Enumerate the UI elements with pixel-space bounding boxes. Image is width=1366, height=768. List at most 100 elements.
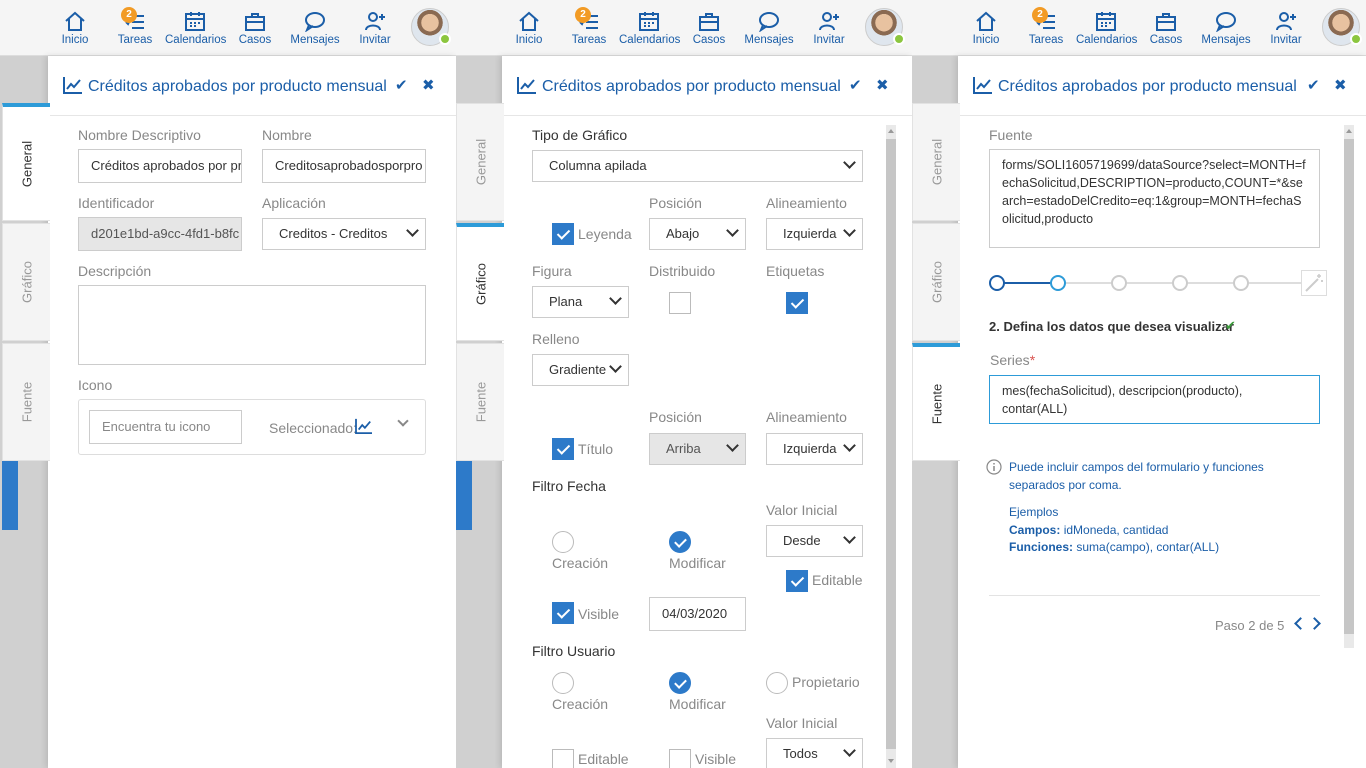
confirm-check-icon[interactable]: ✔	[395, 76, 408, 94]
leyenda-alineamiento-select[interactable]: Izquierda	[766, 218, 863, 250]
nombre-descriptivo-input[interactable]: Créditos aprobados por pr	[78, 149, 242, 183]
icon-search-input[interactable]: Encuentra tu icono	[89, 410, 242, 444]
figura-select[interactable]: Plana	[532, 286, 629, 318]
tareas-badge: 2	[121, 7, 137, 23]
tab-grafico[interactable]: Gráfico	[456, 223, 504, 341]
usuario-valor-inicial-value: Todos	[783, 746, 818, 761]
aplicacion-select[interactable]: Creditos - Creditos	[262, 218, 426, 250]
nav-casos-label: Casos	[238, 34, 272, 46]
tab-fuente[interactable]: Fuente	[912, 343, 960, 461]
tab-grafico[interactable]: Gráfico	[912, 223, 960, 341]
fecha-input[interactable]: 04/03/2020	[649, 597, 746, 631]
nav-mensajes[interactable]: Mensajes	[1196, 10, 1256, 46]
figura-value: Plana	[549, 294, 583, 309]
series-label-text: Series	[990, 352, 1030, 368]
titulo-alineamiento-select[interactable]: Izquierda	[766, 433, 863, 465]
usuario-valor-inicial-select[interactable]: Todos	[766, 738, 863, 768]
close-icon[interactable]: ✖	[422, 76, 435, 94]
usuario-visible-checkbox[interactable]	[669, 749, 691, 768]
vertical-scrollbar[interactable]	[886, 125, 896, 768]
nav-tareas[interactable]: 2 Tareas	[105, 7, 165, 46]
titulo-posicion-value: Arriba	[666, 441, 701, 456]
usuario-propietario-radio[interactable]	[766, 672, 788, 694]
step-4[interactable]	[1172, 275, 1188, 291]
icon-dropdown-chevron-icon[interactable]	[397, 415, 409, 427]
nav-calendarios[interactable]: Calendarios	[165, 10, 226, 46]
etiquetas-checkbox[interactable]	[786, 292, 808, 314]
nav-tareas[interactable]: 2 Tareas	[1016, 7, 1076, 46]
config-panel-fuente: Créditos aprobados por producto mensual …	[958, 56, 1366, 768]
nav-tareas[interactable]: 2 Tareas	[559, 7, 619, 46]
nav-inicio[interactable]: Inicio	[499, 10, 559, 46]
tab-general[interactable]: General	[2, 103, 50, 221]
briefcase-icon	[1156, 13, 1176, 31]
tab-grafico-label: Gráfico	[19, 261, 34, 303]
funciones-value: suma(campo), contar(ALL)	[1076, 540, 1220, 554]
scroll-up-arrow-icon[interactable]	[888, 129, 894, 133]
fecha-modificar-radio[interactable]	[669, 531, 691, 553]
descripcion-textarea[interactable]	[78, 285, 426, 365]
nav-casos[interactable]: Casos	[1136, 10, 1196, 46]
background-bar	[456, 460, 472, 530]
user-avatar[interactable]	[1322, 8, 1362, 46]
confirm-check-icon[interactable]: ✔	[1307, 76, 1320, 94]
online-status-indicator	[893, 33, 905, 45]
magic-wand-icon	[1305, 274, 1323, 292]
nav-mensajes[interactable]: Mensajes	[739, 10, 799, 46]
nav-inicio[interactable]: Inicio	[45, 10, 105, 46]
step-1[interactable]	[989, 275, 1005, 291]
scrollbar-thumb[interactable]	[1344, 139, 1354, 634]
tab-general[interactable]: General	[456, 103, 504, 221]
leyenda-posicion-select[interactable]: Abajo	[649, 218, 746, 250]
nav-invitar[interactable]: Invitar	[1256, 10, 1316, 46]
usuario-editable-label: Editable	[578, 751, 629, 767]
nav-mensajes[interactable]: Mensajes	[285, 10, 345, 46]
tipo-grafico-select[interactable]: Columna apilada	[532, 150, 863, 182]
nav-invitar[interactable]: Invitar	[345, 10, 405, 46]
magic-wand-button[interactable]	[1301, 270, 1327, 296]
message-icon	[305, 12, 325, 32]
tab-fuente[interactable]: Fuente	[456, 343, 504, 461]
user-avatar[interactable]	[411, 8, 451, 46]
nav-invitar[interactable]: Invitar	[799, 10, 859, 46]
scrollbar-thumb[interactable]	[886, 139, 896, 749]
nav-calendarios[interactable]: Calendarios	[1076, 10, 1137, 46]
leyenda-checkbox[interactable]	[552, 223, 574, 245]
scroll-down-arrow-icon[interactable]	[888, 759, 894, 763]
step-3[interactable]	[1111, 275, 1127, 291]
fecha-visible-checkbox[interactable]	[552, 602, 574, 624]
fuente-textarea[interactable]: forms/SOLI1605719699/dataSource?select=M…	[989, 149, 1320, 248]
step-2[interactable]	[1050, 275, 1066, 291]
distribuido-checkbox[interactable]	[669, 292, 691, 314]
tab-general-label: General	[929, 138, 944, 186]
step-5[interactable]	[1233, 275, 1249, 291]
scroll-up-arrow-icon[interactable]	[1346, 129, 1352, 133]
tab-general[interactable]: General	[912, 103, 960, 221]
fecha-creacion-radio[interactable]	[552, 531, 574, 553]
nav-inicio-label: Inicio	[515, 34, 543, 46]
relleno-select[interactable]: Gradiente	[532, 354, 629, 386]
nav-calendarios[interactable]: Calendarios	[619, 10, 680, 46]
nav-casos[interactable]: Casos	[225, 10, 285, 46]
usuario-creacion-radio[interactable]	[552, 672, 574, 694]
fecha-editable-checkbox[interactable]	[786, 570, 808, 592]
nav-casos[interactable]: Casos	[679, 10, 739, 46]
chevron-down-icon	[726, 439, 739, 452]
next-step-icon[interactable]	[1308, 617, 1321, 630]
nombre-input[interactable]: Creditosaprobadosporpro	[262, 149, 426, 183]
usuario-modificar-radio[interactable]	[669, 672, 691, 694]
previous-step-icon[interactable]	[1294, 617, 1307, 630]
tab-fuente[interactable]: Fuente	[2, 343, 50, 461]
titulo-checkbox[interactable]	[552, 438, 574, 460]
tab-grafico[interactable]: Gráfico	[2, 223, 50, 341]
close-icon[interactable]: ✖	[1334, 76, 1347, 94]
close-icon[interactable]: ✖	[876, 76, 889, 94]
fecha-valor-inicial-select[interactable]: Desde	[766, 525, 863, 557]
leyenda-alineamiento-label: Alineamiento	[766, 195, 847, 211]
vertical-scrollbar[interactable]	[1344, 125, 1354, 648]
confirm-check-icon[interactable]: ✔	[849, 76, 862, 94]
user-avatar[interactable]	[865, 8, 905, 46]
usuario-editable-checkbox[interactable]	[552, 749, 574, 768]
nav-inicio[interactable]: Inicio	[956, 10, 1016, 46]
series-textarea[interactable]: mes(fechaSolicitud), descripcion(product…	[989, 375, 1320, 424]
